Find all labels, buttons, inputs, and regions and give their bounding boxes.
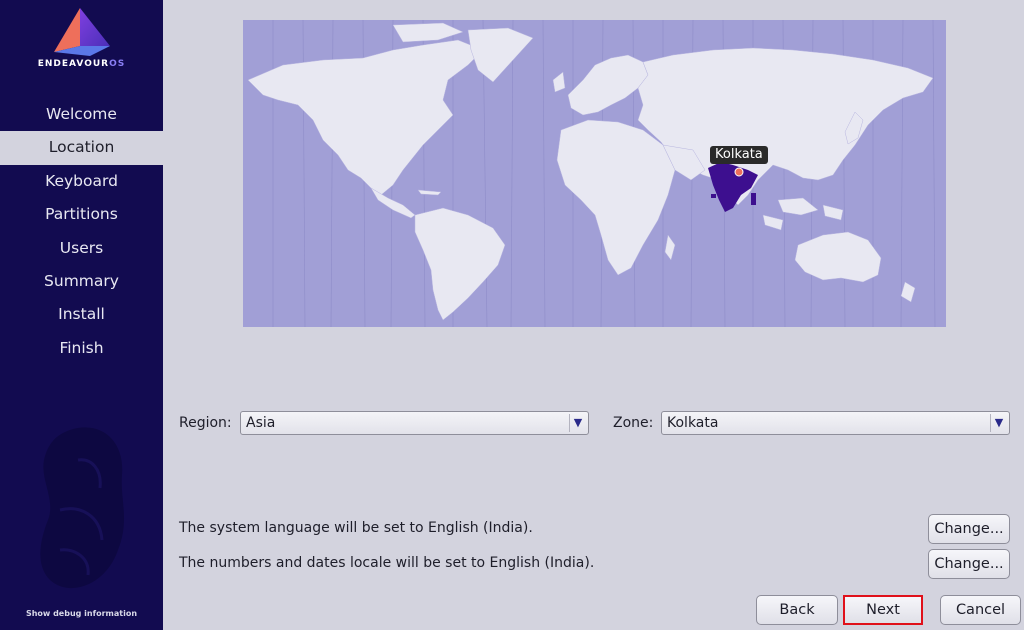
sidebar-item-finish[interactable]: Finish [0,332,163,365]
show-debug-link[interactable]: Show debug information [0,609,163,618]
sidebar-item-install[interactable]: Install [0,298,163,331]
cancel-button[interactable]: Cancel [940,595,1021,625]
installer-window: ENDEAVOUROS Welcome Location Keyboard Pa… [0,0,1024,630]
zone-value: Kolkata [667,415,719,431]
sidebar-decoration [40,427,125,589]
australia [794,231,882,283]
world-map-svg [247,20,936,327]
sidebar-item-summary[interactable]: Summary [0,265,163,298]
region-value: Asia [246,415,276,431]
north-america [247,39,484,196]
sidebar-nav: Welcome Location Keyboard Partitions Use… [0,98,163,365]
sidebar-item-partitions[interactable]: Partitions [0,198,163,231]
chevron-down-icon: ▼ [990,414,1007,432]
sidebar-item-welcome[interactable]: Welcome [0,98,163,131]
africa [556,119,676,276]
language-info: The system language will be set to Engli… [179,520,533,536]
brand-name: ENDEAVOUROS [37,59,126,69]
sidebar: ENDEAVOUROS Welcome Location Keyboard Pa… [0,0,163,630]
region-label: Region: [179,415,232,431]
region-dropdown[interactable]: Asia ▼ [240,411,589,435]
kolkata-marker [734,167,744,177]
south-america [414,207,506,321]
zone-label: Zone: [613,415,654,431]
asia [637,47,934,206]
change-language-button[interactable]: Change... [928,514,1010,544]
change-locale-button[interactable]: Change... [928,549,1010,579]
sidebar-item-location[interactable]: Location [0,131,163,165]
chevron-down-icon: ▼ [569,414,586,432]
sidebar-item-keyboard[interactable]: Keyboard [0,165,163,198]
europe [567,54,649,116]
timezone-label: Kolkata [710,146,768,164]
timezone-map[interactable]: Kolkata [243,20,946,327]
numbers-locale-info: The numbers and dates locale will be set… [179,555,595,571]
next-button[interactable]: Next [843,595,923,625]
sidebar-item-users[interactable]: Users [0,232,163,265]
back-button[interactable]: Back [756,595,838,625]
zone-dropdown[interactable]: Kolkata ▼ [661,411,1010,435]
